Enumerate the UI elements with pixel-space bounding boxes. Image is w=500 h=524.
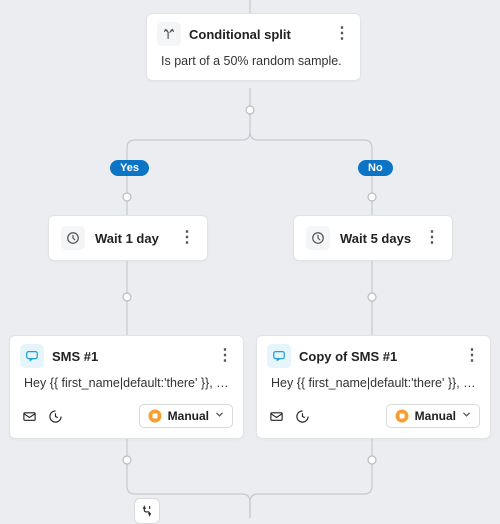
split-icon: [157, 22, 181, 46]
wait-right-title: Wait 5 days: [340, 231, 414, 246]
sms-right-mode-label: Manual: [415, 409, 456, 423]
sms-icon: [20, 344, 44, 368]
sms-icon: [267, 344, 291, 368]
chevron-down-icon: [215, 410, 224, 422]
conditional-description: Is part of a 50% random sample.: [147, 54, 360, 80]
conditional-split-card[interactable]: Conditional split ⋮ Is part of a 50% ran…: [146, 13, 361, 81]
wait-card-left[interactable]: Wait 1 day ⋮: [48, 215, 208, 261]
merge-icon: [140, 504, 154, 518]
sms-left-more-button[interactable]: ⋮: [217, 350, 233, 362]
schedule-icon[interactable]: [46, 407, 64, 425]
wait-left-title: Wait 1 day: [95, 231, 169, 246]
conditional-title: Conditional split: [189, 27, 326, 42]
branch-pill-yes: Yes: [110, 160, 149, 176]
stop-icon: [148, 409, 162, 423]
sms-left-mode-label: Manual: [168, 409, 209, 423]
schedule-icon[interactable]: [293, 407, 311, 425]
branch-pill-no: No: [358, 160, 393, 176]
wait-left-more-button[interactable]: ⋮: [179, 232, 195, 244]
clock-icon: [61, 226, 85, 250]
sms-left-title: SMS #1: [52, 349, 209, 364]
chevron-down-icon: [462, 410, 471, 422]
sms-card-left[interactable]: SMS #1 ⋮ Hey {{ first_name|default:'ther…: [9, 335, 244, 439]
sms-left-body: Hey {{ first_name|default:'there' }}, it…: [10, 376, 243, 400]
sms-left-mode-button[interactable]: Manual: [139, 404, 233, 428]
envelope-icon[interactable]: [267, 407, 285, 425]
sms-right-body: Hey {{ first_name|default:'there' }}, it…: [257, 376, 490, 400]
wait-card-right[interactable]: Wait 5 days ⋮: [293, 215, 453, 261]
wait-right-more-button[interactable]: ⋮: [424, 232, 440, 244]
conditional-more-button[interactable]: ⋮: [334, 28, 350, 40]
sms-right-more-button[interactable]: ⋮: [464, 350, 480, 362]
sms-card-right[interactable]: Copy of SMS #1 ⋮ Hey {{ first_name|defau…: [256, 335, 491, 439]
envelope-icon[interactable]: [20, 407, 38, 425]
sms-right-mode-button[interactable]: Manual: [386, 404, 480, 428]
clock-icon: [306, 226, 330, 250]
sms-right-title: Copy of SMS #1: [299, 349, 456, 364]
stop-icon: [395, 409, 409, 423]
merge-button[interactable]: [134, 498, 160, 524]
